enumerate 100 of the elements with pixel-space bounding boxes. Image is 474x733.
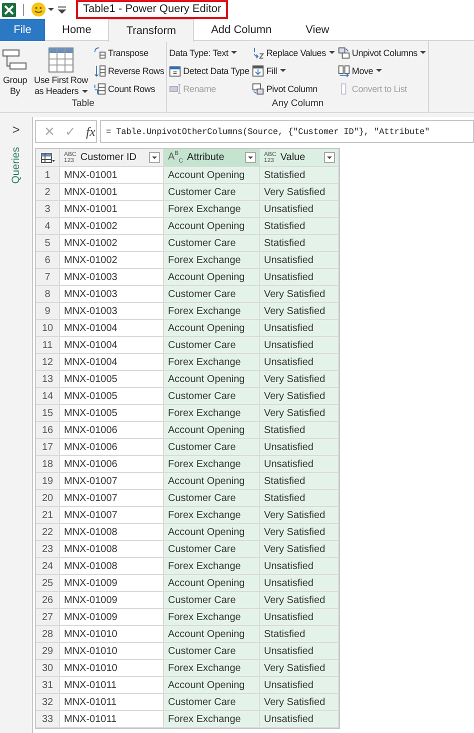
table-cell: Statisfied xyxy=(260,235,339,252)
table-cell: Account Opening xyxy=(164,167,260,184)
table-menu-button[interactable] xyxy=(36,149,60,167)
table-cell: Statisfied xyxy=(260,218,339,235)
arrows-grid-icon xyxy=(94,64,106,76)
table-cell: Customer Care xyxy=(164,235,260,252)
table-cell: Customer Care xyxy=(164,643,260,660)
table-cell: Unsatisfied xyxy=(260,320,339,337)
ribbon-button[interactable]: Fill xyxy=(252,62,335,79)
arrows-grid-icon xyxy=(94,46,106,58)
table-cell: Forex Exchange xyxy=(164,456,260,473)
table-cell: Unsatisfied xyxy=(260,711,339,728)
ribbon-button[interactable]: Unpivot Columns xyxy=(338,44,426,61)
table-cell: Account Opening xyxy=(164,575,260,592)
table-cell: Customer Care xyxy=(164,337,260,354)
row-number: 25 xyxy=(36,575,60,592)
caret-icon xyxy=(48,8,54,11)
table-cell: Account Opening xyxy=(164,269,260,286)
table-cell: Very Satisfied xyxy=(260,388,339,405)
ribbon-tab[interactable]: Transform xyxy=(108,19,194,42)
row-number: 4 xyxy=(36,218,60,235)
row-number: 5 xyxy=(36,235,60,252)
table-cell: Very Satisfied xyxy=(260,524,339,541)
ribbon-button[interactable]: Data Type: Text xyxy=(169,44,250,61)
table-cell: Unsatisfied xyxy=(260,439,339,456)
row-number: 9 xyxy=(36,303,60,320)
table-cell: Unsatisfied xyxy=(260,269,339,286)
table-cell: Forex Exchange xyxy=(164,660,260,677)
move-icon xyxy=(338,64,350,76)
file-tab[interactable]: File xyxy=(0,19,45,41)
table-cell: Customer Care xyxy=(164,694,260,711)
customize-icon xyxy=(58,6,66,14)
table-cell: Unsatisfied xyxy=(260,201,339,218)
column-header[interactable]: A$^{B}$$_{C}$ Attribute xyxy=(164,149,260,167)
row-number: 15 xyxy=(36,405,60,422)
row-number: 1 xyxy=(36,167,60,184)
table-cell: Account Opening xyxy=(164,677,260,694)
table-cell: Statisfied xyxy=(260,167,339,184)
row-number: 8 xyxy=(36,286,60,303)
row-number: 22 xyxy=(36,524,60,541)
caret-icon xyxy=(231,51,238,54)
table-cell: Forex Exchange xyxy=(164,405,260,422)
table-cell: Forex Exchange xyxy=(164,354,260,371)
table-cell: Forex Exchange xyxy=(164,507,260,524)
calendar-icon xyxy=(169,64,182,76)
ribbon-tab[interactable]: Home xyxy=(45,19,108,41)
row-number: 20 xyxy=(36,490,60,507)
unpivot-icon xyxy=(338,46,350,58)
table-cell: Forex Exchange xyxy=(164,201,260,218)
table-cell: Account Opening xyxy=(164,320,260,337)
row-number: 12 xyxy=(36,354,60,371)
ribbon-button[interactable]: Detect Data Type xyxy=(169,62,250,79)
ribbon-button[interactable]: Transpose xyxy=(94,44,164,61)
ribbon-button[interactable]: Replace Values xyxy=(252,44,335,61)
table-cell: Unsatisfied xyxy=(260,609,339,626)
table-cell: Forex Exchange xyxy=(164,252,260,269)
formula-field[interactable]: = Table.UnpivotOtherColumns(Source, {"Customer ID"}, "Attribute" xyxy=(100,120,474,143)
ribbon-button[interactable]: Group By xyxy=(2,44,28,97)
table-cell: Customer Care xyxy=(164,286,260,303)
table-cell: Forex Exchange xyxy=(164,558,260,575)
table-cell: Forex Exchange xyxy=(164,711,260,728)
row-number: 16 xyxy=(36,422,60,439)
group-label: Table xyxy=(70,97,96,111)
dropdown-icon xyxy=(245,152,256,163)
table-cell: Unsatisfied xyxy=(260,558,339,575)
caret-icon xyxy=(82,90,88,94)
ribbon-button[interactable]: Reverse Rows xyxy=(94,62,164,79)
row-number: 3 xyxy=(36,201,60,218)
table-cell: Customer Care xyxy=(164,184,260,201)
row-number: 2 xyxy=(36,184,60,201)
ribbon-button[interactable]: Count Rows xyxy=(94,80,164,97)
row-number: 33 xyxy=(36,711,60,728)
table-cell: Unsatisfied xyxy=(260,354,339,371)
ribbon-tab[interactable]: Add Column xyxy=(194,19,289,41)
table-cell: Very Satisfied xyxy=(260,507,339,524)
window-title: Table1 - Power Query Editor xyxy=(76,0,228,19)
table-cell: Very Satisfied xyxy=(260,286,339,303)
table-cell: Very Satisfied xyxy=(260,371,339,388)
ribbon-button[interactable]: Use First Row as Headers xyxy=(31,44,91,97)
row-number: 7 xyxy=(36,269,60,286)
function-button[interactable]: fx xyxy=(86,124,96,140)
ribbon-button[interactable]: Move xyxy=(338,62,426,79)
table-cell: Statisfied xyxy=(260,473,339,490)
ribbon-button[interactable]: Pivot Column xyxy=(252,80,335,97)
row-number: 32 xyxy=(36,694,60,711)
pane-label[interactable]: Queries xyxy=(10,147,22,184)
table-cell: Account Opening xyxy=(164,218,260,235)
group-label: Any Column xyxy=(270,97,325,111)
table-cell: Statisfied xyxy=(260,490,339,507)
subscript-arrow-icon xyxy=(252,46,264,58)
row-number: 29 xyxy=(36,643,60,660)
row-number: 31 xyxy=(36,677,60,694)
expand-button[interactable]: > xyxy=(12,121,20,137)
table-cell: Customer Care xyxy=(164,439,260,456)
caret-icon xyxy=(328,51,335,54)
ribbon-tab[interactable]: View xyxy=(288,19,346,41)
table-icon xyxy=(40,152,54,164)
table-cell: Statisfied xyxy=(260,626,339,643)
caret-icon xyxy=(420,51,426,54)
table-cell: Account Opening xyxy=(164,422,260,439)
